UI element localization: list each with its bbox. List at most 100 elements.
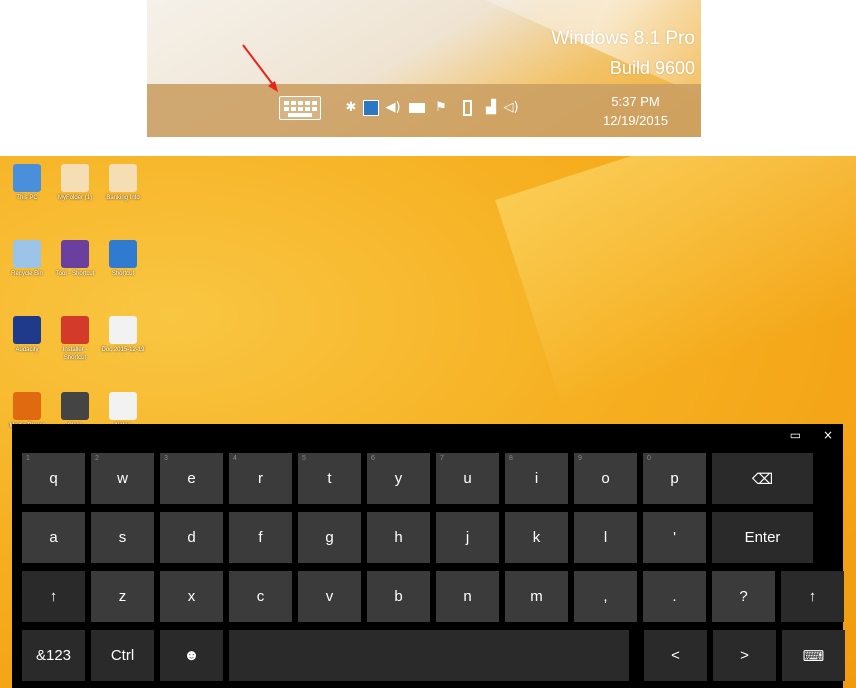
desktop-icon[interactable]: Doc 2015-12-19 — [100, 316, 146, 354]
key-g[interactable]: g — [298, 512, 361, 563]
desktop-icon[interactable]: Installer - Shortcut — [52, 316, 98, 362]
touch-keyboard: ▭ × q 1 w 2 e 3 r 4 t 5 y 6 u 7 i 8 o 9 p 0 ⌫ a s d f g h j k l ' Ente… — [12, 424, 845, 688]
desktop-icon[interactable]: Shortcut — [100, 240, 146, 278]
desktop-icon-label: This PC — [16, 195, 38, 201]
ctrl-key[interactable]: Ctrl — [91, 630, 154, 681]
key-u[interactable]: u7 — [436, 453, 499, 504]
right-arrow-key-label: > — [740, 647, 749, 664]
shift-key[interactable]: ↑ — [22, 571, 85, 622]
desktop-icon-image — [13, 392, 41, 420]
key-question[interactable]: ? — [712, 571, 775, 622]
keyboard-layout-key[interactable]: ⌨ — [782, 630, 845, 681]
key-v-label: v — [325, 588, 334, 605]
key-w[interactable]: w2 — [91, 453, 154, 504]
right-arrow-key[interactable]: > — [713, 630, 776, 681]
key-number-hint: 4 — [233, 455, 237, 462]
key-g-label: g — [325, 529, 334, 546]
key-d[interactable]: d — [160, 512, 223, 563]
key-k-label: k — [532, 529, 541, 546]
key-v[interactable]: v — [298, 571, 361, 622]
key-m[interactable]: m — [505, 571, 568, 622]
desktop-icon-label: Tool - Shortcut — [55, 271, 95, 277]
key-l[interactable]: l — [574, 512, 637, 563]
desktop-icon-image — [61, 164, 89, 192]
dock-icon[interactable]: ▭ — [790, 428, 801, 442]
key-j[interactable]: j — [436, 512, 499, 563]
key-c-label: c — [256, 588, 265, 605]
key-apostrophe[interactable]: ' — [643, 512, 706, 563]
key-number-hint: 2 — [95, 455, 99, 462]
key-a-label: a — [49, 529, 58, 546]
left-arrow-key[interactable]: < — [644, 630, 707, 681]
enter-key[interactable]: Enter — [712, 512, 813, 563]
desktop-icon-image — [13, 316, 41, 344]
key-o[interactable]: o9 — [574, 453, 637, 504]
key-number-hint: 6 — [371, 455, 375, 462]
space-key[interactable] — [229, 630, 629, 681]
desktop-icon-label: Installer - Shortcut — [62, 347, 88, 361]
desktop-icon-label: MyFolder (1) — [57, 195, 92, 201]
key-y-label: y — [394, 470, 403, 487]
shift-key[interactable]: ↑ — [781, 571, 844, 622]
key-h-label: h — [394, 529, 403, 546]
backspace-key-label: ⌫ — [751, 470, 774, 488]
key-x[interactable]: x — [160, 571, 223, 622]
key-s-label: s — [118, 529, 127, 546]
key-comma[interactable]: , — [574, 571, 637, 622]
key-w-label: w — [117, 470, 128, 487]
symbols-key[interactable]: &123 — [22, 630, 85, 681]
key-k[interactable]: k — [505, 512, 568, 563]
key-f[interactable]: f — [229, 512, 292, 563]
desktop-icon-image — [109, 392, 137, 420]
key-p[interactable]: p0 — [643, 453, 706, 504]
desktop-icon-image — [13, 240, 41, 268]
desktop-icon[interactable]: Audacity — [4, 316, 50, 354]
shift-key-label: ↑ — [49, 588, 58, 605]
key-s[interactable]: s — [91, 512, 154, 563]
keyboard-controls: ▭ × — [772, 428, 833, 442]
key-number-hint: 5 — [302, 455, 306, 462]
desktop-icon-label: Doc 2015-12-19 — [101, 347, 145, 353]
key-i-label: i — [534, 470, 539, 487]
key-a[interactable]: a — [22, 512, 85, 563]
backspace-key[interactable]: ⌫ — [712, 453, 813, 504]
emoji-key[interactable]: ☻ — [160, 630, 223, 681]
key-h[interactable]: h — [367, 512, 430, 563]
desktop-icon[interactable]: Banking Info — [100, 164, 146, 202]
key-z-label: z — [118, 588, 127, 605]
key-n[interactable]: n — [436, 571, 499, 622]
key-q-label: q — [49, 470, 58, 487]
enter-key-label: Enter — [744, 529, 781, 546]
desktop-icon[interactable]: Tool - Shortcut — [52, 240, 98, 278]
key-c[interactable]: c — [229, 571, 292, 622]
key-comma-label: , — [603, 588, 608, 605]
key-z[interactable]: z — [91, 571, 154, 622]
key-i[interactable]: i8 — [505, 453, 568, 504]
desktop-icon-label: Banking Info — [106, 195, 140, 201]
symbols-key-label: &123 — [35, 647, 72, 664]
key-period-label: . — [672, 588, 677, 605]
desktop-icon-image — [109, 316, 137, 344]
close-icon[interactable]: × — [823, 428, 833, 442]
key-question-label: ? — [739, 588, 748, 605]
key-y[interactable]: y6 — [367, 453, 430, 504]
desktop-icon[interactable]: Recycle Bin — [4, 240, 50, 278]
wallpaper-glow — [495, 156, 856, 410]
desktop-icon-image — [109, 164, 137, 192]
key-apostrophe-label: ' — [673, 529, 676, 546]
key-q[interactable]: q1 — [22, 453, 85, 504]
key-t[interactable]: t5 — [298, 453, 361, 504]
key-d-label: d — [187, 529, 196, 546]
key-e[interactable]: e3 — [160, 453, 223, 504]
key-number-hint: 7 — [440, 455, 444, 462]
key-f-label: f — [258, 529, 263, 546]
key-o-label: o — [601, 470, 610, 487]
desktop-icon[interactable]: MyFolder (1) — [52, 164, 98, 202]
desktop-icon-image — [109, 240, 137, 268]
desktop-icon-label: Recycle Bin — [11, 271, 43, 277]
desktop-icon[interactable]: This PC — [4, 164, 50, 202]
key-r[interactable]: r4 — [229, 453, 292, 504]
desktop-icon-image — [13, 164, 41, 192]
key-b[interactable]: b — [367, 571, 430, 622]
key-period[interactable]: . — [643, 571, 706, 622]
